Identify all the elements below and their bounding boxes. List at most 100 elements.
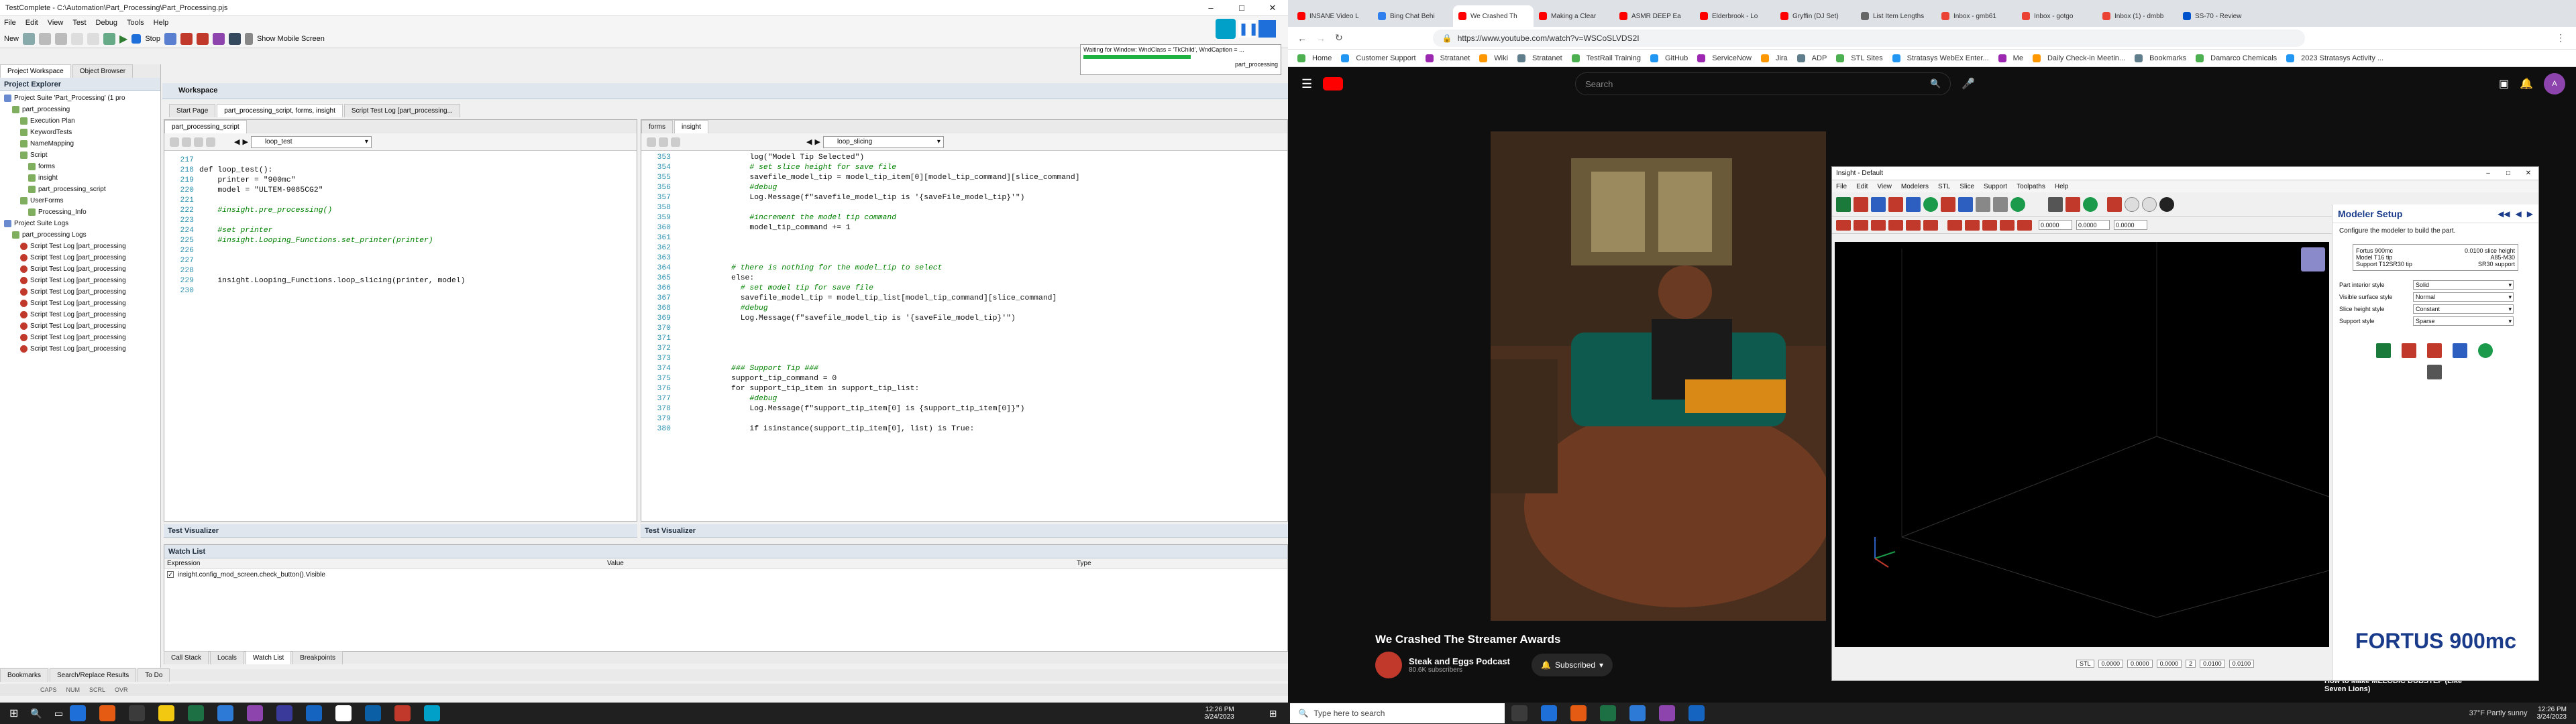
rotate-icon[interactable] (1993, 196, 2008, 212)
firefox-icon[interactable] (1570, 705, 1587, 721)
hamburger-icon[interactable]: ☰ (1301, 77, 1312, 91)
insight-menu-item[interactable]: View (1877, 183, 1892, 190)
back-arrow-icon[interactable]: ← (1297, 33, 1307, 44)
browser-tab[interactable]: List Item Lengths (1856, 5, 1936, 27)
channel-name[interactable]: Steak and Eggs Podcast (1409, 656, 1510, 666)
search-icon[interactable]: 🔍 (1930, 78, 1941, 89)
browser-tab[interactable]: Elderbrook - Lo (1695, 5, 1775, 27)
code-line[interactable]: 372 (641, 343, 1287, 353)
browser-tab[interactable]: We Crashed Th (1453, 5, 1534, 27)
code-line[interactable]: 359 #increment the model tip command (641, 213, 1287, 223)
chrome-icon[interactable] (1541, 705, 1558, 721)
build-icon[interactable] (2083, 196, 2098, 212)
browser-tab[interactable]: Bing Chat Behi (1373, 5, 1453, 27)
tree-item[interactable]: Script Test Log [part_processing (0, 298, 160, 309)
record-icon[interactable] (103, 32, 116, 45)
weather[interactable]: 37°F Partly sunny (2469, 709, 2528, 717)
bookmark-item[interactable]: Me (1998, 54, 2023, 62)
dash-icon[interactable] (1982, 219, 1997, 231)
tree-item[interactable]: Script Test Log [part_processing (0, 320, 160, 332)
stop-icon[interactable] (2065, 196, 2080, 212)
video-player[interactable] (1491, 131, 1826, 621)
code-line[interactable]: 369 Log.Message(f"savefile_model_tip is … (641, 313, 1287, 323)
outdent-icon[interactable] (182, 137, 191, 147)
bookmark-item[interactable]: STL Sites (1836, 54, 1883, 62)
bookmark-item[interactable]: Stratasys WebEx Enter... (1892, 54, 1989, 62)
code-line[interactable]: 366 # set model tip for save file (641, 283, 1287, 293)
word-icon[interactable] (365, 705, 382, 721)
zoom-fit-icon[interactable] (2107, 196, 2122, 212)
code-line[interactable]: 380 if isinstance(support_tip_item[0], l… (641, 424, 1287, 434)
tree-item[interactable]: Project Suite 'Part_Processing' (1 pro (0, 93, 160, 104)
app-icon-red[interactable] (394, 705, 411, 721)
comment-icon[interactable] (671, 137, 680, 147)
redo-icon[interactable] (87, 32, 100, 45)
setting-select[interactable]: Constant ▾ (2413, 304, 2514, 314)
bookmark-item[interactable]: Daily Check-in Meetin... (2032, 54, 2125, 62)
insight-menu-item[interactable]: File (1836, 183, 1847, 190)
menu-view[interactable]: View (48, 19, 64, 27)
fill-icon[interactable] (1941, 196, 1955, 212)
tree-item[interactable]: Script Test Log [part_processing (0, 286, 160, 298)
stop-button[interactable]: Stop (145, 35, 160, 43)
setting-select[interactable]: Sparse ▾ (2413, 316, 2514, 326)
uncomment-icon[interactable] (206, 137, 215, 147)
code-line[interactable]: 226 (164, 245, 637, 255)
url-bar[interactable]: 🔒 https://www.youtube.com/watch?v=WSCoSL… (1432, 29, 2305, 47)
tab-breakpoints[interactable]: Breakpoints (292, 651, 343, 664)
breakpoint-icon[interactable] (180, 32, 193, 45)
watch-row[interactable]: ✓ insight.config_mod_screen.check_button… (164, 569, 1287, 580)
tab-part-processing-script-file[interactable]: part_processing_script (164, 120, 247, 133)
task-view-icon[interactable] (1511, 705, 1528, 721)
code-line[interactable]: 360 model_tip_command += 1 (641, 223, 1287, 233)
code-line[interactable]: 358 (641, 202, 1287, 213)
tab-todo[interactable]: To Do (138, 668, 170, 682)
code-line[interactable]: 225 #insight.Looping_Functions.set_print… (164, 235, 637, 245)
insight-status-field[interactable]: 0.0100 (2200, 660, 2225, 668)
taskbar-app-icon[interactable] (129, 705, 146, 721)
bookmark-item[interactable]: Wiki (1479, 54, 1508, 62)
layer-range-icon[interactable] (1923, 219, 1938, 231)
menu-edit[interactable]: Edit (25, 19, 38, 27)
bookmark-item[interactable]: TestRail Training (1571, 54, 1641, 62)
code-line[interactable]: 222 #insight.pre_processing() (164, 205, 637, 215)
double-left-icon[interactable]: ◀◀ (2498, 209, 2510, 219)
code-line[interactable]: 371 (641, 333, 1287, 343)
maximize-icon[interactable]: □ (2498, 170, 2518, 177)
dotted-icon[interactable] (2000, 219, 2015, 231)
code-line[interactable]: 370 (641, 323, 1287, 333)
code-line[interactable]: 377 #debug (641, 394, 1287, 404)
stop-playback-icon[interactable] (1258, 20, 1276, 38)
bookmark-item[interactable]: GitHub (1650, 54, 1688, 62)
code-line[interactable]: 217 (164, 155, 637, 165)
tab-watch-list[interactable]: Watch List (245, 651, 292, 664)
toolpath-icon[interactable] (1906, 196, 1921, 212)
code-line[interactable]: 367 savefile_model_tip = model_tip_list[… (641, 293, 1287, 303)
support-icon[interactable] (2426, 343, 2442, 358)
tree-item[interactable]: Script Test Log [part_processing (0, 332, 160, 343)
bookmark-item[interactable]: Stratanet (1425, 54, 1470, 62)
code-line[interactable]: 221 (164, 195, 637, 205)
mobile-icon[interactable] (244, 32, 253, 45)
3d-viewport[interactable] (1835, 242, 2330, 647)
tab-script-test-log[interactable]: Script Test Log [part_processing... (343, 104, 460, 117)
back-icon[interactable]: ◀ (806, 137, 812, 146)
right-code-area[interactable]: 353 log("Model Tip Selected") 354 # set s… (641, 151, 1287, 434)
settings-icon[interactable] (228, 32, 241, 45)
bookmark-item[interactable]: Bookmarks (2135, 54, 2186, 62)
tab-bookmarks[interactable]: Bookmarks (0, 668, 49, 682)
pause-playback-icon[interactable]: ❚❚ (1238, 20, 1258, 38)
maximize-icon[interactable]: □ (1226, 3, 1257, 13)
flag-icon[interactable] (2375, 343, 2391, 358)
tab-insight[interactable]: insight (674, 120, 708, 133)
bookmark-item[interactable]: Customer Support (1341, 54, 1416, 62)
menu-tools[interactable]: Tools (127, 19, 144, 27)
minimize-icon[interactable]: – (2478, 170, 2498, 177)
pause-icon[interactable] (164, 32, 176, 45)
tree-item[interactable]: forms (0, 161, 160, 172)
minimize-icon[interactable]: – (1195, 3, 1226, 13)
code-line[interactable]: 353 log("Model Tip Selected") (641, 152, 1287, 162)
tree-item[interactable]: NameMapping (0, 138, 160, 149)
code-line[interactable]: 230 (164, 286, 637, 296)
tree-item[interactable]: KeywordTests (0, 127, 160, 138)
